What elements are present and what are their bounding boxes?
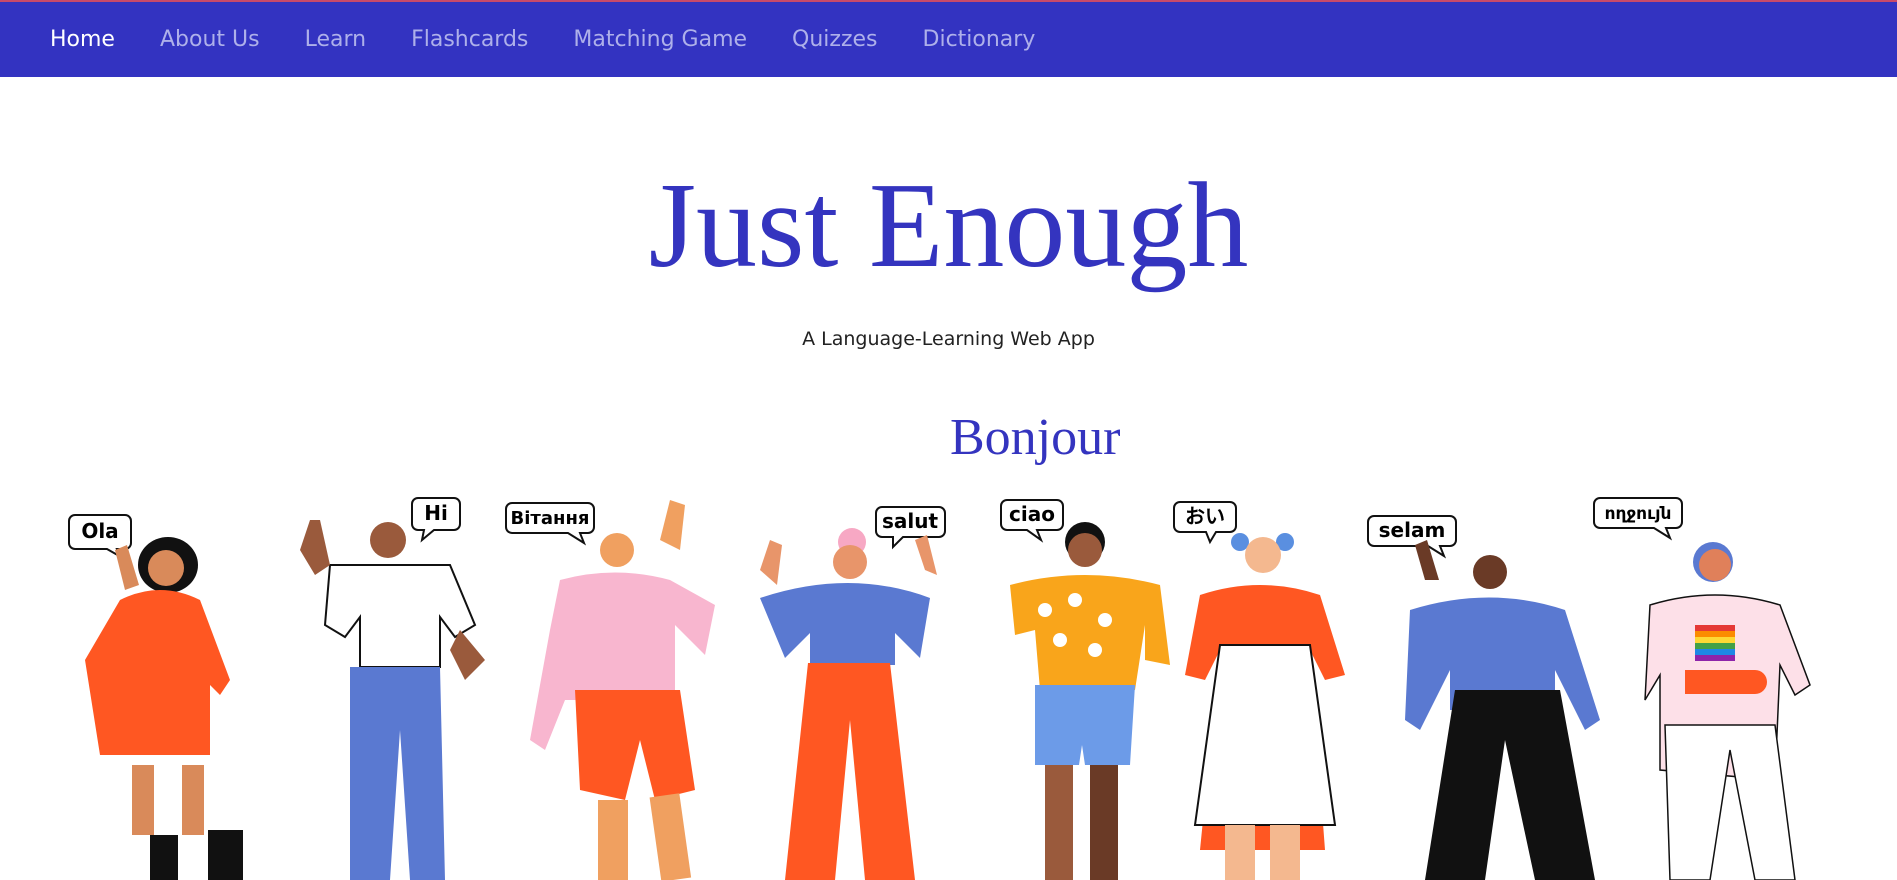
top-navigation-bar: Home About Us Learn Flashcards Matching …: [0, 2, 1897, 77]
person-figure: ողջույն: [1593, 497, 1811, 880]
speech-bubble-text: ciao: [1009, 502, 1055, 526]
people-greeting-illustration: Ola Hi Вітання salut ciao おい selam ողջու…: [68, 497, 1811, 880]
speech-bubble-text: salut: [882, 509, 938, 533]
nav-learn-link[interactable]: Learn: [305, 27, 367, 52]
page-title: Just Enough: [648, 158, 1249, 293]
speech-bubble-text: Ola: [81, 519, 118, 543]
person-figure: ciao: [1000, 499, 1170, 880]
nav-about-us-link[interactable]: About Us: [160, 27, 260, 52]
nav-dictionary-link[interactable]: Dictionary: [923, 27, 1036, 52]
person-figure: Hi: [300, 497, 485, 880]
nav-home-link[interactable]: Home: [50, 27, 115, 52]
person-figure: Вітання: [505, 500, 715, 880]
nav-flashcards-link[interactable]: Flashcards: [411, 27, 528, 52]
person-figure: salut: [760, 506, 946, 880]
speech-bubble-text: Вітання: [511, 508, 590, 529]
speech-bubble-text: Hi: [424, 501, 448, 525]
nav-matching-game-link[interactable]: Matching Game: [573, 27, 747, 52]
speech-bubble-text: ողջույն: [1605, 504, 1672, 524]
speech-bubble-text: selam: [1379, 518, 1446, 542]
rotating-greeting: Bonjour: [950, 409, 1121, 466]
speech-bubble-text: おい: [1185, 504, 1225, 528]
person-figure: おい: [1173, 501, 1345, 880]
nav-quizzes-link[interactable]: Quizzes: [792, 27, 877, 52]
page-subtitle: A Language-Learning Web App: [802, 328, 1095, 350]
person-figure: selam: [1367, 515, 1600, 880]
person-figure: Ola: [68, 514, 243, 880]
